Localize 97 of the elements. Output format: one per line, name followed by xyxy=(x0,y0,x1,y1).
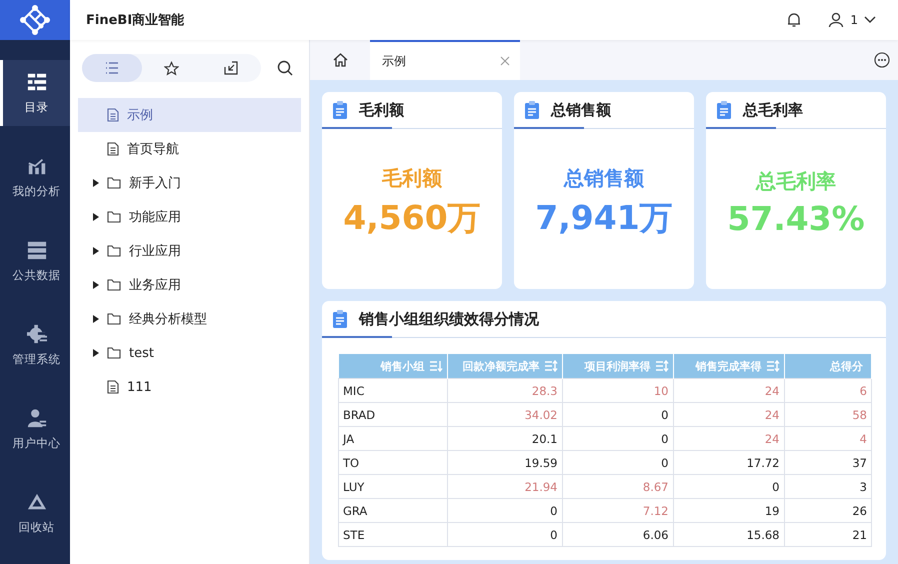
folder-icon xyxy=(107,177,121,189)
tree-item[interactable]: 新手入门 xyxy=(78,166,301,200)
list-icon xyxy=(104,62,119,74)
table-cell: 0 xyxy=(562,450,673,474)
settings-icon xyxy=(26,324,46,344)
table-cell: 3 xyxy=(784,474,872,498)
table-cell: 21.94 xyxy=(447,474,562,498)
table-cell: 0 xyxy=(562,402,673,426)
table-cell: MIC xyxy=(338,378,447,402)
document-icon xyxy=(107,380,119,394)
star-icon xyxy=(164,60,179,76)
clipboard-icon xyxy=(333,101,347,119)
more-icon[interactable] xyxy=(874,52,890,68)
expand-arrow-icon xyxy=(92,247,99,255)
caret-icon xyxy=(864,16,876,24)
kpi-value: 57.43% xyxy=(727,199,865,238)
table-cell: 20.1 xyxy=(447,426,562,450)
app-title: FineBI商业智能 xyxy=(86,12,186,29)
table-cell: 10 xyxy=(562,378,673,402)
kpi-label: 总毛利率 xyxy=(756,168,836,195)
table-cell: 19.59 xyxy=(447,450,562,474)
user-menu[interactable]: 1 xyxy=(828,12,876,28)
clipboard-icon xyxy=(333,310,347,328)
expand-arrow-icon xyxy=(92,315,99,323)
table-cell: STE xyxy=(338,522,447,546)
user-icon xyxy=(828,12,844,28)
tree-item[interactable]: 功能应用 xyxy=(78,200,301,234)
nav-item[interactable]: 回收站 xyxy=(0,480,70,546)
tree-item[interactable]: test xyxy=(78,336,301,370)
nav-item[interactable]: 管理系统 xyxy=(0,312,70,378)
folder-icon xyxy=(107,245,121,257)
close-icon[interactable] xyxy=(500,56,510,66)
table-cell: BRAD xyxy=(338,402,447,426)
table-cell: 7.12 xyxy=(562,498,673,522)
table-cell: 24 xyxy=(673,378,784,402)
table-cell: 8.67 xyxy=(562,474,673,498)
tree-item[interactable]: 经典分析模型 xyxy=(78,302,301,336)
expand-arrow-icon xyxy=(92,179,99,187)
kpi-value: 7,941万 xyxy=(535,197,673,239)
table-cell: 0 xyxy=(447,522,562,546)
table-cell: 4 xyxy=(784,426,872,450)
table-cell: 26 xyxy=(784,498,872,522)
search-icon[interactable] xyxy=(277,60,293,76)
table-cell: 19 xyxy=(673,498,784,522)
table-cell: 28.3 xyxy=(447,378,562,402)
kpi-label: 毛利额 xyxy=(382,165,442,192)
card-title: 总毛利率 xyxy=(743,100,803,120)
table-cell: 0 xyxy=(562,426,673,450)
table-cell: 6 xyxy=(784,378,872,402)
table-cell: 0 xyxy=(673,474,784,498)
table-cell: LUY xyxy=(338,474,447,498)
kpi-value: 4,560万 xyxy=(343,197,481,239)
home-icon[interactable] xyxy=(333,53,348,67)
expand-arrow-icon xyxy=(92,213,99,221)
folder-icon xyxy=(107,313,121,325)
tree-item[interactable]: 首页导航 xyxy=(78,132,301,166)
expand-arrow-icon xyxy=(92,281,99,289)
tree-item[interactable]: 示例 xyxy=(78,98,301,132)
import-icon xyxy=(224,61,238,75)
table-cell: 15.68 xyxy=(673,522,784,546)
table-cell: JA xyxy=(338,426,447,450)
table-cell: TO xyxy=(338,450,447,474)
folder-icon xyxy=(107,347,121,359)
user-icon xyxy=(26,408,46,428)
table-cell: 6.06 xyxy=(562,522,673,546)
table-cell: 37 xyxy=(784,450,872,474)
logo-icon[interactable] xyxy=(0,0,70,40)
nav-item[interactable]: 我的分析 xyxy=(0,144,70,210)
tree-item[interactable]: 行业应用 xyxy=(78,234,301,268)
bell-icon[interactable] xyxy=(786,12,802,28)
document-icon xyxy=(107,142,119,156)
document-icon xyxy=(107,108,119,122)
kpi-label: 总销售额 xyxy=(564,165,644,192)
table-cell: 17.72 xyxy=(673,450,784,474)
table-cell: 24 xyxy=(673,426,784,450)
clipboard-icon xyxy=(525,101,539,119)
nav-item[interactable]: 目录 xyxy=(0,60,70,126)
card-title: 销售小组组织绩效得分情况 xyxy=(359,310,539,328)
card-title: 总销售额 xyxy=(551,100,611,120)
database-icon xyxy=(26,240,46,260)
tree-item[interactable]: 111 xyxy=(78,370,301,404)
clipboard-icon xyxy=(717,101,731,119)
card-title: 毛利额 xyxy=(359,100,404,120)
folder-icon xyxy=(107,211,121,223)
table-cell: 24 xyxy=(673,402,784,426)
tree-item[interactable]: 业务应用 xyxy=(78,268,301,302)
table-cell: 0 xyxy=(447,498,562,522)
expand-arrow-icon xyxy=(92,349,99,357)
nav-item[interactable]: 公共数据 xyxy=(0,228,70,294)
list-icon xyxy=(26,72,46,92)
table-cell: 58 xyxy=(784,402,872,426)
table-cell: 34.02 xyxy=(447,402,562,426)
table-cell: GRA xyxy=(338,498,447,522)
document-tab[interactable]: 示例 xyxy=(370,40,520,80)
nav-item[interactable]: 用户中心 xyxy=(0,396,70,462)
folder-icon xyxy=(107,279,121,291)
table-cell: 21 xyxy=(784,522,872,546)
